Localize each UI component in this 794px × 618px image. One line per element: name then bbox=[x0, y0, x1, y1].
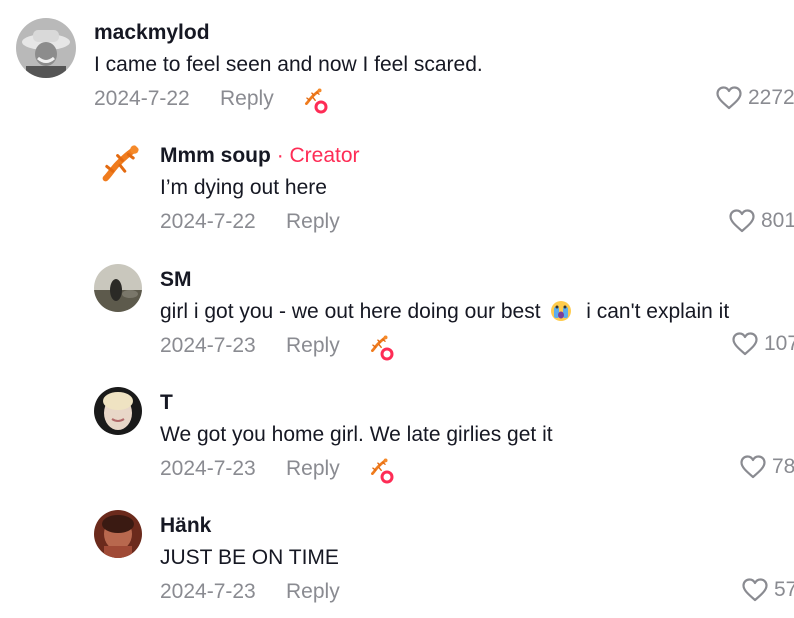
creator-badge: · Creator bbox=[276, 144, 360, 167]
username-text[interactable]: Mmm soup bbox=[160, 144, 271, 167]
username[interactable]: SM bbox=[160, 268, 192, 292]
reply-item: Hänk JUST BE ON TIME 2024-7-23 Reply 57 bbox=[0, 499, 794, 618]
avatar[interactable] bbox=[94, 510, 142, 558]
avatar[interactable] bbox=[96, 140, 144, 188]
comment-date: 2024-7-23 bbox=[160, 457, 256, 480]
heart-icon bbox=[716, 86, 742, 110]
reply-button[interactable]: Reply bbox=[220, 87, 274, 111]
creator-liked-icon bbox=[371, 334, 394, 361]
like-button[interactable]: 78 bbox=[740, 455, 794, 479]
avatar[interactable] bbox=[16, 18, 76, 78]
comment-date: 2024-7-23 bbox=[160, 334, 256, 357]
comment-date: 2024-7-22 bbox=[94, 87, 190, 110]
comment-date: 2024-7-23 bbox=[160, 580, 256, 603]
reply-button[interactable]: Reply bbox=[286, 457, 340, 481]
like-button[interactable]: 801 bbox=[729, 209, 794, 233]
comment-item: mackmylod I came to feel seen and now I … bbox=[0, 0, 794, 130]
heart-icon bbox=[740, 455, 766, 479]
creator-liked-icon bbox=[305, 87, 328, 114]
username[interactable]: Mmm soup · Creator bbox=[160, 144, 360, 168]
username[interactable]: mackmylod bbox=[94, 21, 210, 45]
creator-liked-icon bbox=[371, 457, 394, 484]
reply-button[interactable]: Reply bbox=[286, 580, 340, 604]
heart-icon bbox=[729, 209, 755, 233]
like-button[interactable]: 57 bbox=[742, 578, 794, 602]
comment-text: JUST BE ON TIME bbox=[160, 546, 339, 569]
reply-button[interactable]: Reply bbox=[286, 334, 340, 358]
comment-text: girl i got you - we out here doing our b… bbox=[160, 300, 729, 324]
like-button[interactable]: 2272 bbox=[716, 86, 794, 110]
like-count: 801 bbox=[761, 209, 794, 232]
heart-icon bbox=[742, 578, 768, 602]
avatar[interactable] bbox=[94, 387, 142, 435]
comment-text-part: i can't explain it bbox=[586, 300, 730, 323]
comment-text: I’m dying out here bbox=[160, 176, 327, 199]
like-count: 78 bbox=[772, 455, 794, 478]
reply-item: T We got you home girl. We late girlies … bbox=[0, 376, 794, 499]
reply-item: Mmm soup · Creator I’m dying out here 20… bbox=[0, 130, 794, 253]
heart-icon bbox=[732, 332, 758, 356]
comment-text: I came to feel seen and now I feel scare… bbox=[94, 53, 483, 76]
username[interactable]: T bbox=[160, 391, 173, 415]
like-count: 2272 bbox=[748, 86, 794, 109]
like-count: 107 bbox=[764, 332, 794, 355]
comment-text-part: girl i got you - we out here doing our b… bbox=[160, 300, 541, 323]
username[interactable]: Hänk bbox=[160, 514, 211, 538]
like-count: 57 bbox=[774, 578, 794, 601]
comment-date: 2024-7-22 bbox=[160, 210, 256, 233]
crying-face-emoji-icon bbox=[551, 301, 572, 321]
avatar[interactable] bbox=[94, 264, 142, 312]
reply-button[interactable]: Reply bbox=[286, 210, 340, 234]
comment-text: We got you home girl. We late girlies ge… bbox=[160, 423, 553, 446]
like-button[interactable]: 107 bbox=[732, 332, 794, 356]
reply-item: SM girl i got you - we out here doing ou… bbox=[0, 253, 794, 376]
